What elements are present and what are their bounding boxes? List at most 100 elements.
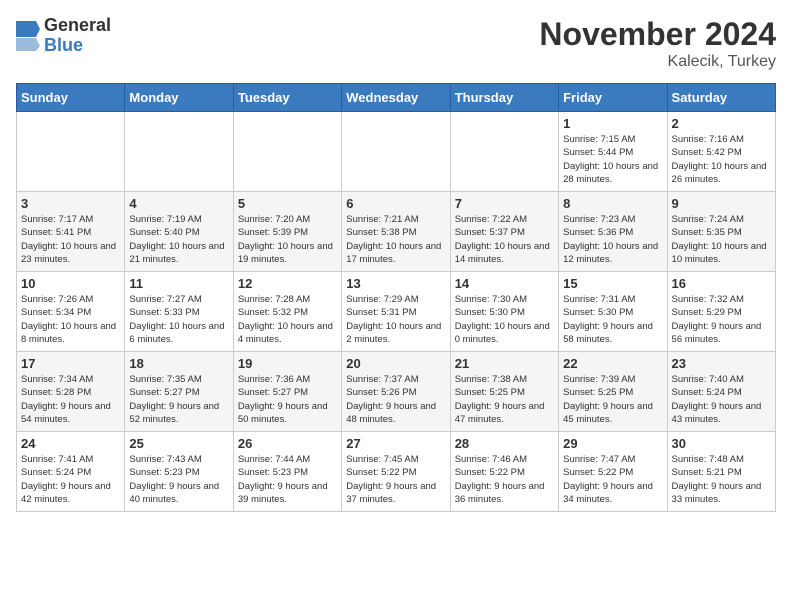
day-info: Sunrise: 7:47 AM Sunset: 5:22 PM Dayligh… (563, 453, 662, 506)
day-info: Sunrise: 7:41 AM Sunset: 5:24 PM Dayligh… (21, 453, 120, 506)
calendar-cell: 2 Sunrise: 7:16 AM Sunset: 5:42 PM Daylig… (667, 112, 775, 192)
logo-icon (16, 21, 40, 51)
day-info: Sunrise: 7:40 AM Sunset: 5:24 PM Dayligh… (672, 373, 771, 426)
calendar-cell: 1Sunrise: 7:15 AM Sunset: 5:44 PM Daylig… (559, 112, 667, 192)
day-info: Sunrise: 7:21 AM Sunset: 5:38 PM Dayligh… (346, 213, 445, 266)
day-info: Sunrise: 7:23 AM Sunset: 5:36 PM Dayligh… (563, 213, 662, 266)
day-number: 6 (346, 196, 445, 211)
day-number: 10 (21, 276, 120, 291)
day-info: Sunrise: 7:35 AM Sunset: 5:27 PM Dayligh… (129, 373, 228, 426)
day-number: 17 (21, 356, 120, 371)
calendar-cell: 18Sunrise: 7:35 AM Sunset: 5:27 PM Dayli… (125, 352, 233, 432)
day-info: Sunrise: 7:45 AM Sunset: 5:22 PM Dayligh… (346, 453, 445, 506)
day-info: Sunrise: 7:30 AM Sunset: 5:30 PM Dayligh… (455, 293, 554, 346)
calendar-cell: 13 Sunrise: 7:29 AM Sunset: 5:31 PM Dayli… (342, 272, 450, 352)
day-info: Sunrise: 7:44 AM Sunset: 5:23 PM Dayligh… (238, 453, 337, 506)
logo-text: General Blue (44, 16, 111, 56)
day-info: Sunrise: 7:38 AM Sunset: 5:25 PM Dayligh… (455, 373, 554, 426)
title-area: November 2024 Kalecik, Turkey (539, 16, 776, 71)
weekday-header-thursday: Thursday (450, 84, 558, 112)
calendar-cell: 17 Sunrise: 7:34 AM Sunset: 5:28 PM Dayli… (17, 352, 125, 432)
day-number: 3 (21, 196, 120, 211)
calendar-cell: 9Sunrise: 7:24 AM Sunset: 5:35 PM Daylig… (667, 192, 775, 272)
day-number: 30 (672, 436, 771, 451)
calendar-cell: 19Sunrise: 7:36 AM Sunset: 5:27 PM Dayli… (233, 352, 341, 432)
day-number: 28 (455, 436, 554, 451)
weekday-header-tuesday: Tuesday (233, 84, 341, 112)
day-info: Sunrise: 7:28 AM Sunset: 5:32 PM Dayligh… (238, 293, 337, 346)
day-info: Sunrise: 7:31 AM Sunset: 5:30 PM Dayligh… (563, 293, 662, 346)
day-number: 22 (563, 356, 662, 371)
day-info: Sunrise: 7:37 AM Sunset: 5:26 PM Dayligh… (346, 373, 445, 426)
calendar-cell: 26Sunrise: 7:44 AM Sunset: 5:23 PM Dayli… (233, 432, 341, 512)
calendar-cell: 25Sunrise: 7:43 AM Sunset: 5:23 PM Dayli… (125, 432, 233, 512)
calendar-cell: 29Sunrise: 7:47 AM Sunset: 5:22 PM Dayli… (559, 432, 667, 512)
calendar-cell (125, 112, 233, 192)
logo-general-text: General (44, 16, 111, 36)
calendar-cell: 8 Sunrise: 7:23 AM Sunset: 5:36 PM Daylig… (559, 192, 667, 272)
day-info: Sunrise: 7:43 AM Sunset: 5:23 PM Dayligh… (129, 453, 228, 506)
day-number: 20 (346, 356, 445, 371)
day-info: Sunrise: 7:46 AM Sunset: 5:22 PM Dayligh… (455, 453, 554, 506)
calendar-cell: 16 Sunrise: 7:32 AM Sunset: 5:29 PM Dayli… (667, 272, 775, 352)
day-info: Sunrise: 7:29 AM Sunset: 5:31 PM Dayligh… (346, 293, 445, 346)
day-number: 15 (563, 276, 662, 291)
day-number: 12 (238, 276, 337, 291)
day-number: 21 (455, 356, 554, 371)
day-number: 23 (672, 356, 771, 371)
week-row-3: 10 Sunrise: 7:26 AM Sunset: 5:34 PM Dayli… (17, 272, 776, 352)
calendar-cell: 24 Sunrise: 7:41 AM Sunset: 5:24 PM Dayli… (17, 432, 125, 512)
day-number: 24 (21, 436, 120, 451)
day-info: Sunrise: 7:39 AM Sunset: 5:25 PM Dayligh… (563, 373, 662, 426)
week-row-1: 1Sunrise: 7:15 AM Sunset: 5:44 PM Daylig… (17, 112, 776, 192)
calendar-cell: 10 Sunrise: 7:26 AM Sunset: 5:34 PM Dayli… (17, 272, 125, 352)
calendar-cell (233, 112, 341, 192)
calendar-cell: 30 Sunrise: 7:48 AM Sunset: 5:21 PM Dayli… (667, 432, 775, 512)
day-number: 2 (672, 116, 771, 131)
day-number: 11 (129, 276, 228, 291)
day-number: 19 (238, 356, 337, 371)
calendar-table: SundayMondayTuesdayWednesdayThursdayFrid… (16, 83, 776, 512)
weekday-header-sunday: Sunday (17, 84, 125, 112)
day-number: 5 (238, 196, 337, 211)
calendar-cell: 4 Sunrise: 7:19 AM Sunset: 5:40 PM Daylig… (125, 192, 233, 272)
day-number: 27 (346, 436, 445, 451)
calendar-cell: 27 Sunrise: 7:45 AM Sunset: 5:22 PM Dayli… (342, 432, 450, 512)
day-info: Sunrise: 7:34 AM Sunset: 5:28 PM Dayligh… (21, 373, 120, 426)
day-number: 7 (455, 196, 554, 211)
day-info: Sunrise: 7:26 AM Sunset: 5:34 PM Dayligh… (21, 293, 120, 346)
calendar-cell: 5Sunrise: 7:20 AM Sunset: 5:39 PM Daylig… (233, 192, 341, 272)
day-number: 4 (129, 196, 228, 211)
weekday-header-monday: Monday (125, 84, 233, 112)
logo: General Blue (16, 16, 111, 56)
day-info: Sunrise: 7:48 AM Sunset: 5:21 PM Dayligh… (672, 453, 771, 506)
calendar-cell: 15 Sunrise: 7:31 AM Sunset: 5:30 PM Dayli… (559, 272, 667, 352)
day-info: Sunrise: 7:16 AM Sunset: 5:42 PM Dayligh… (672, 133, 771, 186)
calendar-cell: 23 Sunrise: 7:40 AM Sunset: 5:24 PM Dayli… (667, 352, 775, 432)
calendar-cell: 7Sunrise: 7:22 AM Sunset: 5:37 PM Daylig… (450, 192, 558, 272)
day-number: 14 (455, 276, 554, 291)
calendar-cell: 6 Sunrise: 7:21 AM Sunset: 5:38 PM Daylig… (342, 192, 450, 272)
weekday-header-row: SundayMondayTuesdayWednesdayThursdayFrid… (17, 84, 776, 112)
calendar-cell: 11 Sunrise: 7:27 AM Sunset: 5:33 PM Dayli… (125, 272, 233, 352)
day-number: 8 (563, 196, 662, 211)
calendar-cell: 20 Sunrise: 7:37 AM Sunset: 5:26 PM Dayli… (342, 352, 450, 432)
day-info: Sunrise: 7:15 AM Sunset: 5:44 PM Dayligh… (563, 133, 662, 186)
day-info: Sunrise: 7:24 AM Sunset: 5:35 PM Dayligh… (672, 213, 771, 266)
calendar-cell (17, 112, 125, 192)
week-row-4: 17 Sunrise: 7:34 AM Sunset: 5:28 PM Dayli… (17, 352, 776, 432)
weekday-header-friday: Friday (559, 84, 667, 112)
calendar-cell: 12 Sunrise: 7:28 AM Sunset: 5:32 PM Dayli… (233, 272, 341, 352)
calendar-cell (450, 112, 558, 192)
day-info: Sunrise: 7:19 AM Sunset: 5:40 PM Dayligh… (129, 213, 228, 266)
day-info: Sunrise: 7:27 AM Sunset: 5:33 PM Dayligh… (129, 293, 228, 346)
day-number: 13 (346, 276, 445, 291)
calendar-cell: 28 Sunrise: 7:46 AM Sunset: 5:22 PM Dayli… (450, 432, 558, 512)
day-number: 16 (672, 276, 771, 291)
day-info: Sunrise: 7:32 AM Sunset: 5:29 PM Dayligh… (672, 293, 771, 346)
location-title: Kalecik, Turkey (539, 53, 776, 71)
weekday-header-wednesday: Wednesday (342, 84, 450, 112)
calendar-cell: 14 Sunrise: 7:30 AM Sunset: 5:30 PM Dayli… (450, 272, 558, 352)
calendar-cell: 22 Sunrise: 7:39 AM Sunset: 5:25 PM Dayli… (559, 352, 667, 432)
page-header: General Blue November 2024 Kalecik, Turk… (16, 16, 776, 71)
